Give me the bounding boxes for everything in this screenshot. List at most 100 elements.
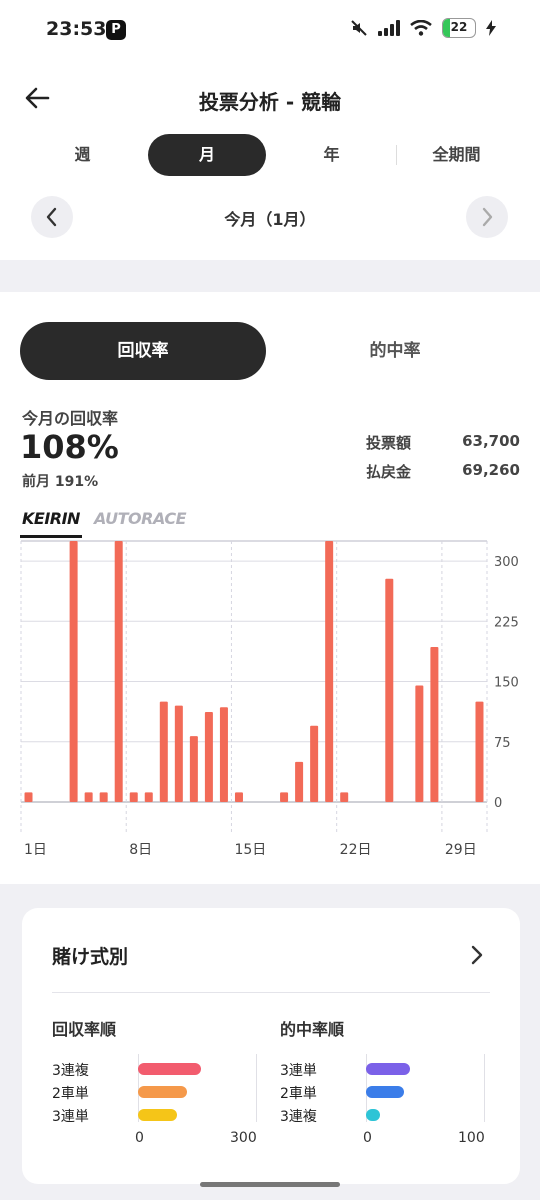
- chart-bar: [159, 701, 168, 802]
- status-icons: 22: [350, 18, 496, 38]
- kpi-label: 今月の回収率: [22, 409, 119, 428]
- home-indicator: [200, 1182, 340, 1187]
- daily-chart-svg: 0 75 150 225 300 1日 8日 15日 22日 29日: [20, 540, 519, 858]
- battery-level: 22: [450, 20, 468, 34]
- x-tick-label: 29日: [445, 842, 477, 858]
- battery-indicator: 22: [442, 18, 476, 38]
- chart-bar: [475, 701, 484, 802]
- tab-keirin[interactable]: KEIRIN: [20, 506, 82, 538]
- chart-bar: [69, 541, 78, 802]
- y-tick-label: 150: [494, 676, 519, 691]
- axis-line: [256, 1054, 257, 1122]
- next-month-button[interactable]: [466, 196, 508, 238]
- y-tick-label: 75: [494, 736, 511, 751]
- hit-rank-chart: 3連単 2車単 3連複 0 100: [280, 1054, 490, 1154]
- kpi-previous-month: 前月 191%: [22, 474, 99, 490]
- rank-bar: [138, 1109, 178, 1121]
- recovery-rank-chart: 3連複 2車単 3連単 0 300: [52, 1054, 262, 1154]
- x-tick-label: 1日: [24, 842, 47, 858]
- y-tick-label: 300: [494, 555, 519, 570]
- chevron-right-icon: [482, 207, 493, 227]
- y-tick-label: 0: [494, 796, 502, 811]
- status-time: 23:53: [46, 18, 107, 40]
- recovery-rank: 回収率順 3連複 2車単 3連単 0 300: [52, 1016, 262, 1146]
- bet-type-card[interactable]: 賭け式別 回収率順 3連複 2車単 3連単 0 300 的中率順 3連単 2車単…: [22, 908, 520, 1184]
- chart-bar: [24, 792, 33, 802]
- status-bar: 23:53 P 22: [0, 0, 540, 60]
- stat-row-bet-amount: 投票額 63,700: [366, 432, 520, 461]
- header: 投票分析 - 競輪: [0, 70, 540, 126]
- rank-label: 2車単: [52, 1086, 89, 1102]
- x-tick-label: 22日: [340, 842, 372, 858]
- rank-bar: [366, 1109, 381, 1121]
- chart-bar: [99, 792, 108, 802]
- daily-recovery-chart: 0 75 150 225 300 1日 8日 15日 22日 29日: [0, 535, 540, 865]
- hit-rank-title: 的中率順: [280, 1020, 345, 1039]
- signal-icon: [378, 20, 400, 36]
- kpi-stats: 投票額 63,700 払戻金 69,260: [366, 432, 520, 490]
- page-title: 投票分析 - 競輪: [198, 90, 342, 114]
- chart-bar: [280, 792, 289, 802]
- tab-year[interactable]: 年: [269, 134, 394, 176]
- tab-all-time[interactable]: 全期間: [394, 134, 519, 176]
- rank-bar: [366, 1063, 410, 1075]
- chevron-right-icon[interactable]: [470, 944, 484, 966]
- chart-bar: [189, 736, 198, 802]
- stat-label: 投票額: [366, 434, 412, 452]
- tab-divider: [396, 145, 397, 165]
- period-tabs: 週 月 年 全期間: [20, 134, 520, 176]
- chart-bar: [234, 792, 243, 802]
- card-title: 賭け式別: [52, 946, 129, 968]
- chart-bar: [219, 707, 228, 802]
- chart-bar: [129, 792, 138, 802]
- chart-bar: [325, 541, 334, 802]
- rank-label: 3連単: [280, 1063, 317, 1079]
- chart-bar: [430, 647, 439, 802]
- chart-bar: [114, 541, 123, 802]
- y-tick-label: 225: [494, 615, 519, 630]
- chart-bar: [174, 705, 183, 802]
- tab-week[interactable]: 週: [20, 134, 145, 176]
- rank-label: 2車単: [280, 1086, 317, 1102]
- tab-month[interactable]: 月: [148, 134, 266, 176]
- current-month-label: 今月（1月）: [224, 210, 316, 229]
- rank-bar: [138, 1086, 188, 1098]
- x-tick-label: 15日: [234, 842, 266, 858]
- card-divider: [52, 992, 490, 993]
- rank-bar: [366, 1086, 404, 1098]
- wifi-icon: [410, 20, 432, 36]
- chart-bar: [415, 685, 424, 802]
- axis-line: [484, 1054, 485, 1122]
- month-navigation: 今月（1月）: [0, 196, 540, 240]
- stat-row-payout: 払戻金 69,260: [366, 461, 520, 490]
- chart-bar: [144, 792, 153, 802]
- metric-tabs: 回収率 的中率: [20, 322, 520, 380]
- rank-label: 3連単: [52, 1109, 89, 1125]
- chart-bar: [204, 712, 213, 802]
- tab-hit-rate[interactable]: 的中率: [270, 322, 520, 380]
- hit-rank: 的中率順 3連単 2車単 3連複 0 100: [280, 1016, 490, 1146]
- rank-bar: [138, 1063, 201, 1075]
- chart-bar: [310, 725, 319, 802]
- stat-value: 69,260: [462, 461, 520, 479]
- tab-autorace[interactable]: AUTORACE: [94, 506, 187, 538]
- axis-min-label: 0: [363, 1130, 372, 1146]
- mute-icon: [351, 20, 367, 36]
- source-tabs: KEIRIN AUTORACE: [20, 506, 187, 538]
- tab-recovery-rate[interactable]: 回収率: [20, 322, 266, 380]
- axis-min-label: 0: [135, 1130, 144, 1146]
- x-tick-label: 8日: [129, 842, 152, 858]
- stat-label: 払戻金: [366, 463, 412, 481]
- chart-bar: [385, 578, 394, 802]
- axis-max-label: 100: [458, 1130, 485, 1146]
- axis-max-label: 300: [230, 1130, 257, 1146]
- chart-bar: [295, 761, 304, 802]
- rank-label: 3連複: [52, 1063, 89, 1079]
- charging-icon: [486, 20, 496, 36]
- chart-bar: [340, 792, 349, 802]
- app-notification-icon: P: [106, 20, 126, 40]
- stat-value: 63,700: [462, 432, 520, 450]
- rank-label: 3連複: [280, 1109, 317, 1125]
- section-divider: [0, 260, 540, 292]
- recovery-rank-title: 回収率順: [52, 1020, 117, 1039]
